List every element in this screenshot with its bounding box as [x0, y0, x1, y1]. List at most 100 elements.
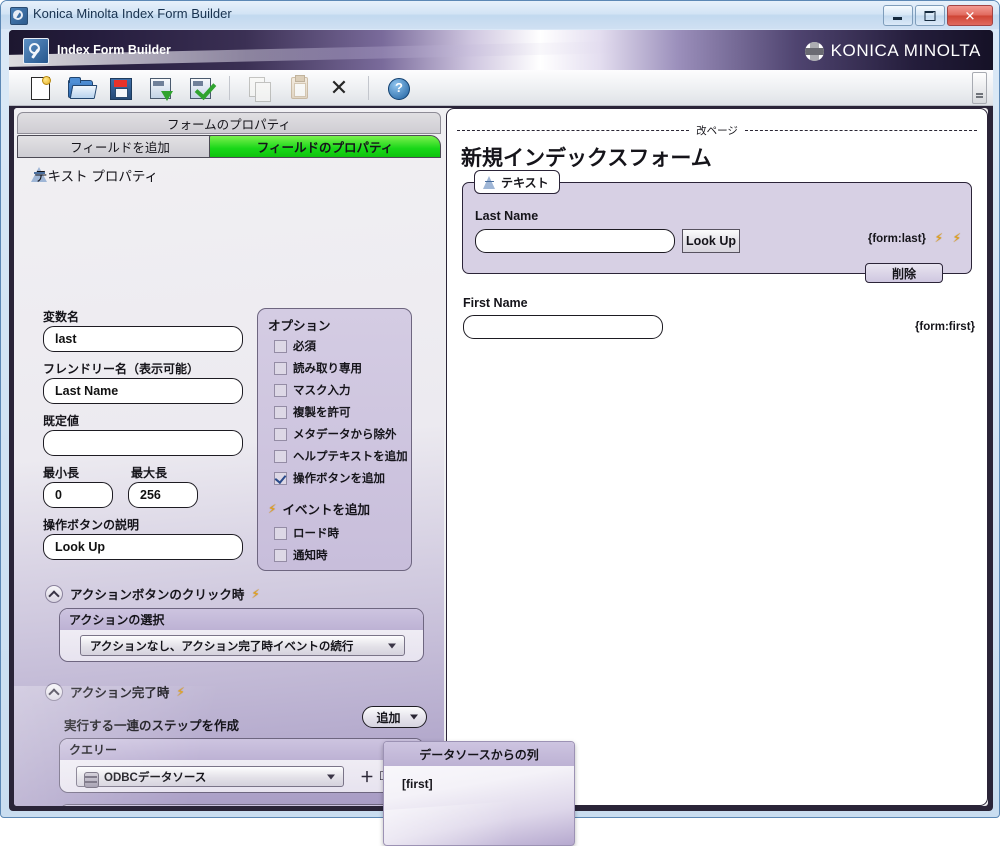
toolbar-scrollbar[interactable] — [972, 72, 987, 104]
look-up-button[interactable]: Look Up — [682, 229, 740, 253]
events-title: イベントを追加 — [282, 503, 370, 517]
on-complete-section-header[interactable]: アクション完了時 ⚡ — [45, 682, 185, 701]
chevron-up-icon[interactable] — [45, 584, 63, 603]
window-title: Konica Minolta Index Form Builder — [33, 6, 232, 21]
first-name-label: First Name — [463, 296, 528, 310]
copy-button[interactable] — [246, 75, 272, 102]
form-title: 新規インデックスフォーム — [461, 147, 712, 170]
checkbox[interactable] — [274, 449, 287, 463]
delete-button[interactable]: ✕ — [326, 75, 352, 101]
first-name-input[interactable] — [463, 315, 663, 339]
tab-field-properties[interactable]: フィールドのプロパティ — [209, 135, 441, 158]
on-click-section-header[interactable]: アクションボタンのクリック時 ⚡ — [45, 584, 260, 603]
variable-name-input[interactable]: last — [43, 326, 243, 352]
workspace: フォームのプロパティ フィールドを追加 フィールドのプロパティ テキスト プロパ… — [14, 108, 988, 806]
maximize-button[interactable] — [915, 5, 945, 26]
event-label: ロード時 — [293, 528, 339, 540]
add-step-button[interactable]: 追加 — [362, 706, 427, 728]
default-value-input[interactable] — [43, 430, 243, 456]
text-type-icon — [483, 175, 496, 189]
checkbox[interactable] — [274, 339, 287, 353]
app-chrome: Index Form Builder KONICA MINOLTA ✕ ? フォ… — [9, 30, 993, 811]
set-value-box: 値の設定 ✕ ターゲット first 値 — [59, 804, 424, 806]
tab-add-field[interactable]: フィールドを追加 — [17, 135, 223, 158]
option-required[interactable]: 必須 — [274, 338, 316, 354]
min-length-input[interactable]: 0 — [43, 482, 113, 508]
chevron-up-icon[interactable] — [45, 682, 63, 701]
steps-label: 実行する一連のステップを作成 — [64, 719, 240, 733]
checkbox[interactable] — [274, 383, 287, 397]
bolt-icon[interactable]: ⚡ — [935, 231, 943, 245]
last-name-input[interactable] — [475, 229, 675, 253]
bolt-icon[interactable]: ⚡ — [953, 231, 961, 245]
datasource-columns-popup: データソースからの列 [first] — [383, 741, 575, 846]
event-label: 通知時 — [293, 550, 328, 562]
option-masked[interactable]: マスク入力 — [274, 382, 351, 398]
field-type-tag: テキスト — [474, 170, 560, 194]
add-step-label: 追加 — [376, 710, 401, 725]
section-title: テキスト プロパティ — [34, 169, 159, 184]
selected-field-card[interactable]: テキスト Last Name Look Up {form:last} ⚡ ⚡ 削… — [462, 170, 972, 283]
max-length-input[interactable]: 256 — [128, 482, 198, 508]
field-label: Last Name — [475, 209, 539, 223]
paste-icon — [291, 74, 308, 99]
help-button[interactable]: ? — [385, 75, 411, 101]
maximize-icon — [924, 10, 936, 21]
paste-button[interactable] — [286, 74, 312, 101]
new-button[interactable] — [27, 75, 53, 101]
checkbox[interactable] — [274, 526, 287, 540]
datasource-dropdown[interactable]: ODBCデータソース — [76, 766, 344, 788]
option-exclude-metadata[interactable]: メタデータから除外 — [274, 426, 397, 442]
form-properties-header[interactable]: フォームのプロパティ — [17, 112, 441, 134]
chevron-down-icon — [388, 643, 396, 648]
friendly-name-label: フレンドリー名（表示可能） — [43, 362, 200, 376]
option-label: 読み取り専用 — [293, 363, 362, 375]
checkbox[interactable] — [274, 548, 287, 562]
toolbar-separator — [368, 75, 369, 100]
save-as-button[interactable] — [147, 75, 173, 101]
option-label: 操作ボタンを追加 — [293, 473, 385, 485]
delete-icon: ✕ — [329, 74, 349, 100]
option-readonly[interactable]: 読み取り専用 — [274, 360, 362, 376]
option-label: 必須 — [293, 341, 316, 353]
minimize-button[interactable] — [883, 5, 913, 26]
toolbar-separator — [229, 75, 230, 100]
datasource-value: ODBCデータソース — [104, 771, 207, 784]
action-select-header: アクションの選択 — [60, 609, 423, 630]
add-query-icon[interactable]: ＋ — [360, 770, 374, 784]
bolt-icon: ⚡ — [176, 684, 185, 699]
window-controls: ✕ — [883, 5, 993, 26]
action-select-dropdown[interactable]: アクションなし、アクション完了時イベントの続行 — [80, 635, 405, 656]
friendly-name-input[interactable]: Last Name — [43, 378, 243, 404]
events-title-row: ⚡ イベントを追加 — [268, 499, 370, 518]
checkbox[interactable] — [274, 427, 287, 441]
open-button[interactable] — [67, 75, 93, 101]
close-button[interactable]: ✕ — [947, 5, 993, 26]
option-label: 複製を許可 — [293, 407, 351, 419]
action-button-caption-input[interactable]: Look Up — [43, 534, 243, 560]
popup-list-item[interactable]: [first] — [402, 777, 433, 791]
delete-field-button[interactable]: 削除 — [865, 263, 943, 283]
on-click-title: アクションボタンのクリック時 — [70, 588, 245, 602]
query-header: クエリー — [60, 739, 423, 760]
app-name: Index Form Builder — [57, 43, 171, 57]
minimize-icon — [893, 17, 902, 20]
checkbox[interactable] — [274, 405, 287, 419]
page-break-line — [457, 129, 690, 131]
option-add-help-text[interactable]: ヘルプテキストを追加 — [274, 448, 408, 464]
event-on-load[interactable]: ロード時 — [274, 525, 339, 541]
event-on-notify[interactable]: 通知時 — [274, 547, 328, 563]
validate-button[interactable] — [187, 75, 213, 101]
page-break-label: 改ページ — [696, 124, 738, 137]
app-banner: Index Form Builder KONICA MINOLTA — [9, 30, 993, 70]
option-allow-duplicate[interactable]: 複製を許可 — [274, 404, 351, 420]
save-button[interactable] — [107, 75, 133, 101]
option-add-action-button[interactable]: 操作ボタンを追加 — [274, 470, 385, 486]
option-label: マスク入力 — [293, 385, 351, 397]
checkbox[interactable] — [274, 361, 287, 375]
checkbox[interactable] — [274, 471, 287, 485]
set-value-header: 値の設定 — [60, 805, 423, 806]
form-preview-panel: 改ページ 新規インデックスフォーム テキスト Last Name Look Up… — [446, 108, 988, 806]
validate-icon — [190, 77, 211, 99]
query-box: クエリー ✕ ODBCデータソース ＋ ☐ ✕ — [59, 738, 424, 793]
